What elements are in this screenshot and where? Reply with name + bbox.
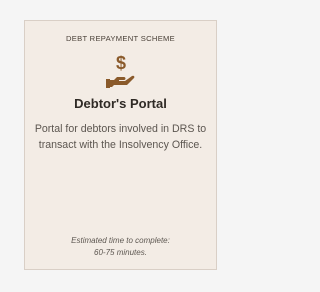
svg-text:$: $ — [115, 53, 125, 73]
hand-holding-dollar-icon: $ — [105, 53, 134, 88]
estimated-time-value: 60-75 minutes. — [94, 248, 147, 257]
debtors-portal-card[interactable]: DEBT REPAYMENT SCHEME $ Debtor's Portal … — [24, 20, 217, 270]
card-description: Portal for debtors involved in DRS to tr… — [34, 123, 207, 151]
scheme-label: DEBT REPAYMENT SCHEME — [65, 34, 176, 43]
card-title: Debtor's Portal — [74, 96, 167, 111]
estimated-time: Estimated time to complete: 60-75 minute… — [25, 235, 216, 259]
page: DEBT REPAYMENT SCHEME $ Debtor's Portal … — [0, 0, 245, 292]
estimated-time-label: Estimated time to complete: — [71, 236, 170, 245]
